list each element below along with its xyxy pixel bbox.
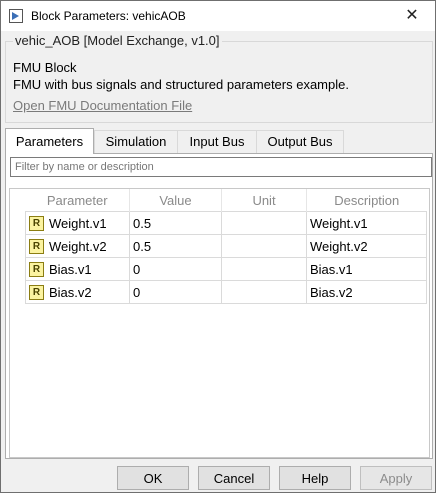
unit-cell [221, 257, 307, 281]
parameter-name: Bias.v1 [49, 262, 92, 278]
unit-cell [221, 211, 307, 235]
block-parameters-dialog: Block Parameters: vehicAOB ✕ vehic_AOB [… [0, 0, 436, 493]
tab-output-bus[interactable]: Output Bus [256, 130, 344, 153]
parameters-tab-panel: Parameter Value Unit Description R Weight… [5, 153, 433, 459]
close-icon[interactable]: ✕ [389, 1, 435, 31]
table-row[interactable]: R Weight.v1 0.5 Weight.v1 [25, 211, 427, 235]
description-cell: Weight.v2 [306, 234, 427, 258]
tab-parameters[interactable]: Parameters [5, 128, 94, 154]
block-info-group: vehic_AOB [Model Exchange, v1.0] FMU Blo… [5, 33, 433, 123]
table-header-row: Parameter Value Unit Description [25, 189, 427, 212]
parameter-cell[interactable]: R Bias.v1 [25, 257, 130, 281]
help-button[interactable]: Help [279, 466, 351, 490]
value-cell[interactable]: 0 [129, 280, 222, 304]
description-cell: Bias.v2 [306, 280, 427, 304]
parameters-table: Parameter Value Unit Description R Weight… [25, 189, 427, 304]
parameter-cell[interactable]: R Weight.v1 [25, 211, 130, 235]
simulink-block-icon [9, 9, 23, 23]
unit-cell [221, 234, 307, 258]
tab-simulation[interactable]: Simulation [94, 130, 178, 153]
description-cell: Bias.v1 [306, 257, 427, 281]
apply-button[interactable]: Apply [360, 466, 432, 490]
column-header-description[interactable]: Description [307, 189, 427, 212]
real-type-icon: R [29, 216, 44, 232]
real-type-icon: R [29, 285, 44, 301]
parameter-name: Weight.v1 [49, 216, 107, 232]
parameter-name: Weight.v2 [49, 239, 107, 255]
column-header-unit[interactable]: Unit [221, 189, 307, 212]
table-row[interactable]: R Weight.v2 0.5 Weight.v2 [25, 234, 427, 258]
real-type-icon: R [29, 239, 44, 255]
unit-cell [221, 280, 307, 304]
filter-input[interactable] [10, 157, 432, 177]
real-type-icon: R [29, 262, 44, 278]
block-description-text: FMU with bus signals and structured para… [13, 77, 349, 92]
table-row[interactable]: R Bias.v1 0 Bias.v1 [25, 257, 427, 281]
block-info-legend: vehic_AOB [Model Exchange, v1.0] [13, 33, 222, 48]
block-type-text: FMU Block [13, 60, 77, 75]
open-documentation-link[interactable]: Open FMU Documentation File [13, 98, 192, 113]
parameters-table-container: Parameter Value Unit Description R Weight… [9, 188, 430, 458]
parameter-cell[interactable]: R Bias.v2 [25, 280, 130, 304]
description-cell: Weight.v1 [306, 211, 427, 235]
value-cell[interactable]: 0.5 [129, 211, 222, 235]
parameter-cell[interactable]: R Weight.v2 [25, 234, 130, 258]
value-cell[interactable]: 0.5 [129, 234, 222, 258]
tab-input-bus[interactable]: Input Bus [177, 130, 257, 153]
parameter-name: Bias.v2 [49, 285, 92, 301]
column-header-value[interactable]: Value [129, 189, 222, 212]
column-header-parameter[interactable]: Parameter [25, 189, 130, 212]
window-title: Block Parameters: vehicAOB [31, 9, 186, 23]
value-cell[interactable]: 0 [129, 257, 222, 281]
tab-bar: Parameters Simulation Input Bus Output B… [5, 128, 433, 154]
table-row[interactable]: R Bias.v2 0 Bias.v2 [25, 280, 427, 304]
title-bar[interactable]: Block Parameters: vehicAOB ✕ [1, 1, 435, 31]
ok-button[interactable]: OK [117, 466, 189, 490]
cancel-button[interactable]: Cancel [198, 466, 270, 490]
